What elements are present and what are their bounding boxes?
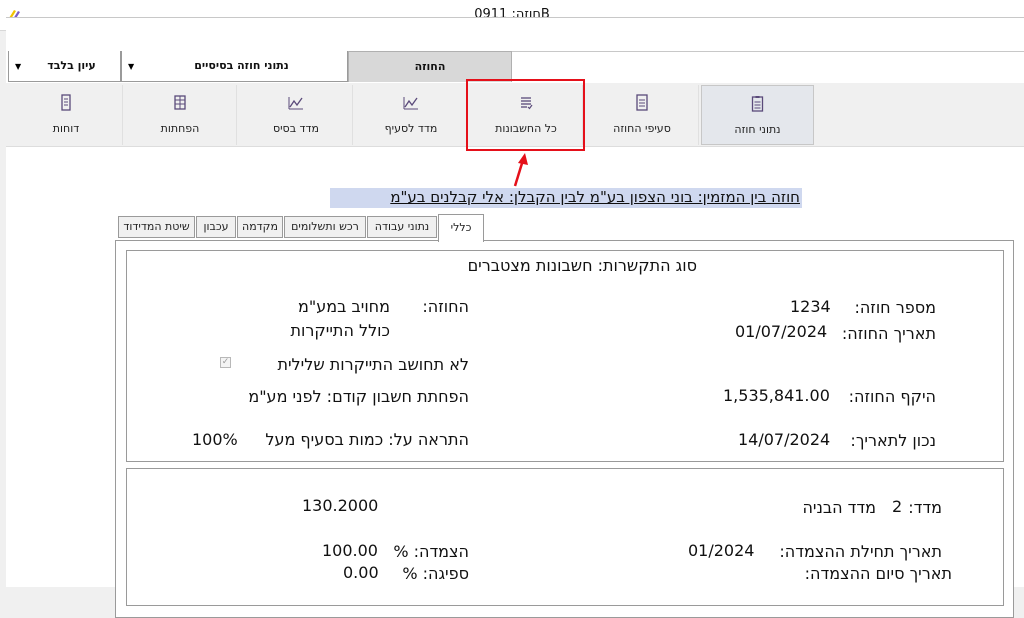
- deductions-button[interactable]: הפחתות: [124, 85, 237, 145]
- index-name-value: מדד הבניה: [802, 498, 876, 517]
- view-mode-label: עיון בלבד: [47, 59, 96, 72]
- tab-contract-label: החוזה: [414, 60, 446, 73]
- reports-icon: [61, 94, 71, 111]
- tab-retention[interactable]: עכבון: [196, 216, 236, 238]
- as-of-label: נכון לתאריך:: [850, 431, 936, 450]
- negative-increase-label: לא תחושב התייקרות שלילית: [277, 355, 469, 374]
- index-value: 130.2000: [302, 496, 379, 515]
- base-index-button[interactable]: מדד בסיס: [240, 85, 353, 145]
- absorption-label: ספיגה: %: [402, 564, 469, 583]
- price-increase-text: כולל התייקרות: [290, 321, 390, 340]
- contract-sections-label: סעיפי החוזה: [613, 122, 671, 135]
- chart-line-icon: [288, 97, 303, 110]
- vat-value: מחויב במע"מ: [298, 297, 390, 316]
- index-label: מדד:: [908, 498, 942, 517]
- document-list-icon: [636, 94, 648, 111]
- linkage-value: 100.00: [322, 541, 378, 560]
- deductions-label: הפחתות: [160, 122, 200, 135]
- as-of-date-value: 14/07/2024: [738, 430, 831, 449]
- linkage-label: הצמדה: %: [393, 542, 469, 561]
- link-start-label: תאריך תחילת ההצמדה:: [779, 542, 942, 561]
- contract-number-value: 1234: [790, 297, 831, 316]
- tab-contract[interactable]: החוזה: [348, 51, 512, 82]
- contract-data-button[interactable]: נתוני חוזה: [701, 85, 814, 145]
- tab-general[interactable]: כללי: [438, 214, 484, 242]
- clipboard-icon: [751, 96, 764, 112]
- alert-percent-value: 100%: [192, 430, 238, 449]
- index-details-box: [126, 468, 1004, 606]
- index-number-value: 2: [892, 497, 903, 516]
- contract-scope-label: היקף החוזה:: [848, 387, 936, 406]
- chart-line-icon: [403, 97, 418, 110]
- reports-button[interactable]: דוחות: [10, 85, 123, 145]
- red-arrow-icon: [513, 153, 528, 187]
- contract-date-value: 01/07/2024: [735, 322, 828, 341]
- tab-measurement-method[interactable]: שיטת המדידוד: [118, 216, 195, 238]
- tab-advance[interactable]: מקדמה: [237, 216, 283, 238]
- base-index-label: מדד בסיס: [272, 122, 320, 135]
- view-mode-select[interactable]: ▼ עיון בלבד: [8, 51, 121, 82]
- top-bar-filler: [512, 51, 1024, 82]
- contract-number-label: מספר חוזה:: [854, 298, 936, 317]
- reports-label: דוחות: [52, 122, 80, 135]
- contract-data-label: נתוני חוזה: [734, 123, 781, 136]
- link-start-value: 01/2024: [688, 541, 755, 560]
- basic-data-select[interactable]: ▼ נתוני חוזה בסיסיים: [121, 51, 348, 82]
- link-end-label: תאריך סיום ההצמדה:: [804, 564, 952, 583]
- absorption-value: 0.00: [343, 563, 379, 582]
- tab-work-data[interactable]: נתוני עבודה: [367, 216, 437, 238]
- vat-label: החוזה:: [422, 297, 469, 316]
- contract-title-link[interactable]: חוזה בין המזמין: בוני הצפון בע"מ לבין הק…: [330, 188, 802, 208]
- chevron-down-icon: ▼: [15, 62, 22, 71]
- section-index-button[interactable]: מדד לסעיף: [355, 85, 468, 145]
- chevron-down-icon: ▼: [128, 62, 135, 71]
- contract-date-label: תאריך החוזה:: [841, 324, 936, 343]
- prev-deduction-text: הפחתת חשבון קודם: לפני מע"מ: [248, 387, 469, 406]
- link-type-text: סוג התקשרות: חשבונות מצטברים: [467, 256, 697, 275]
- alert-text: התראה על: כמות בסעיף מעל: [265, 430, 469, 449]
- table-icon: [174, 95, 186, 110]
- tab-purchase-payments[interactable]: רכש ותשלומים: [284, 216, 366, 238]
- section-index-label: מדד לסעיף: [384, 122, 438, 135]
- negative-increase-checkbox[interactable]: ✓: [220, 357, 231, 368]
- basic-data-label: נתוני חוזה בסיסיים: [194, 59, 289, 72]
- highlight-box: [466, 79, 585, 151]
- contract-sections-button[interactable]: סעיפי החוזה: [586, 85, 699, 145]
- contract-scope-value: 1,535,841.00: [723, 386, 830, 405]
